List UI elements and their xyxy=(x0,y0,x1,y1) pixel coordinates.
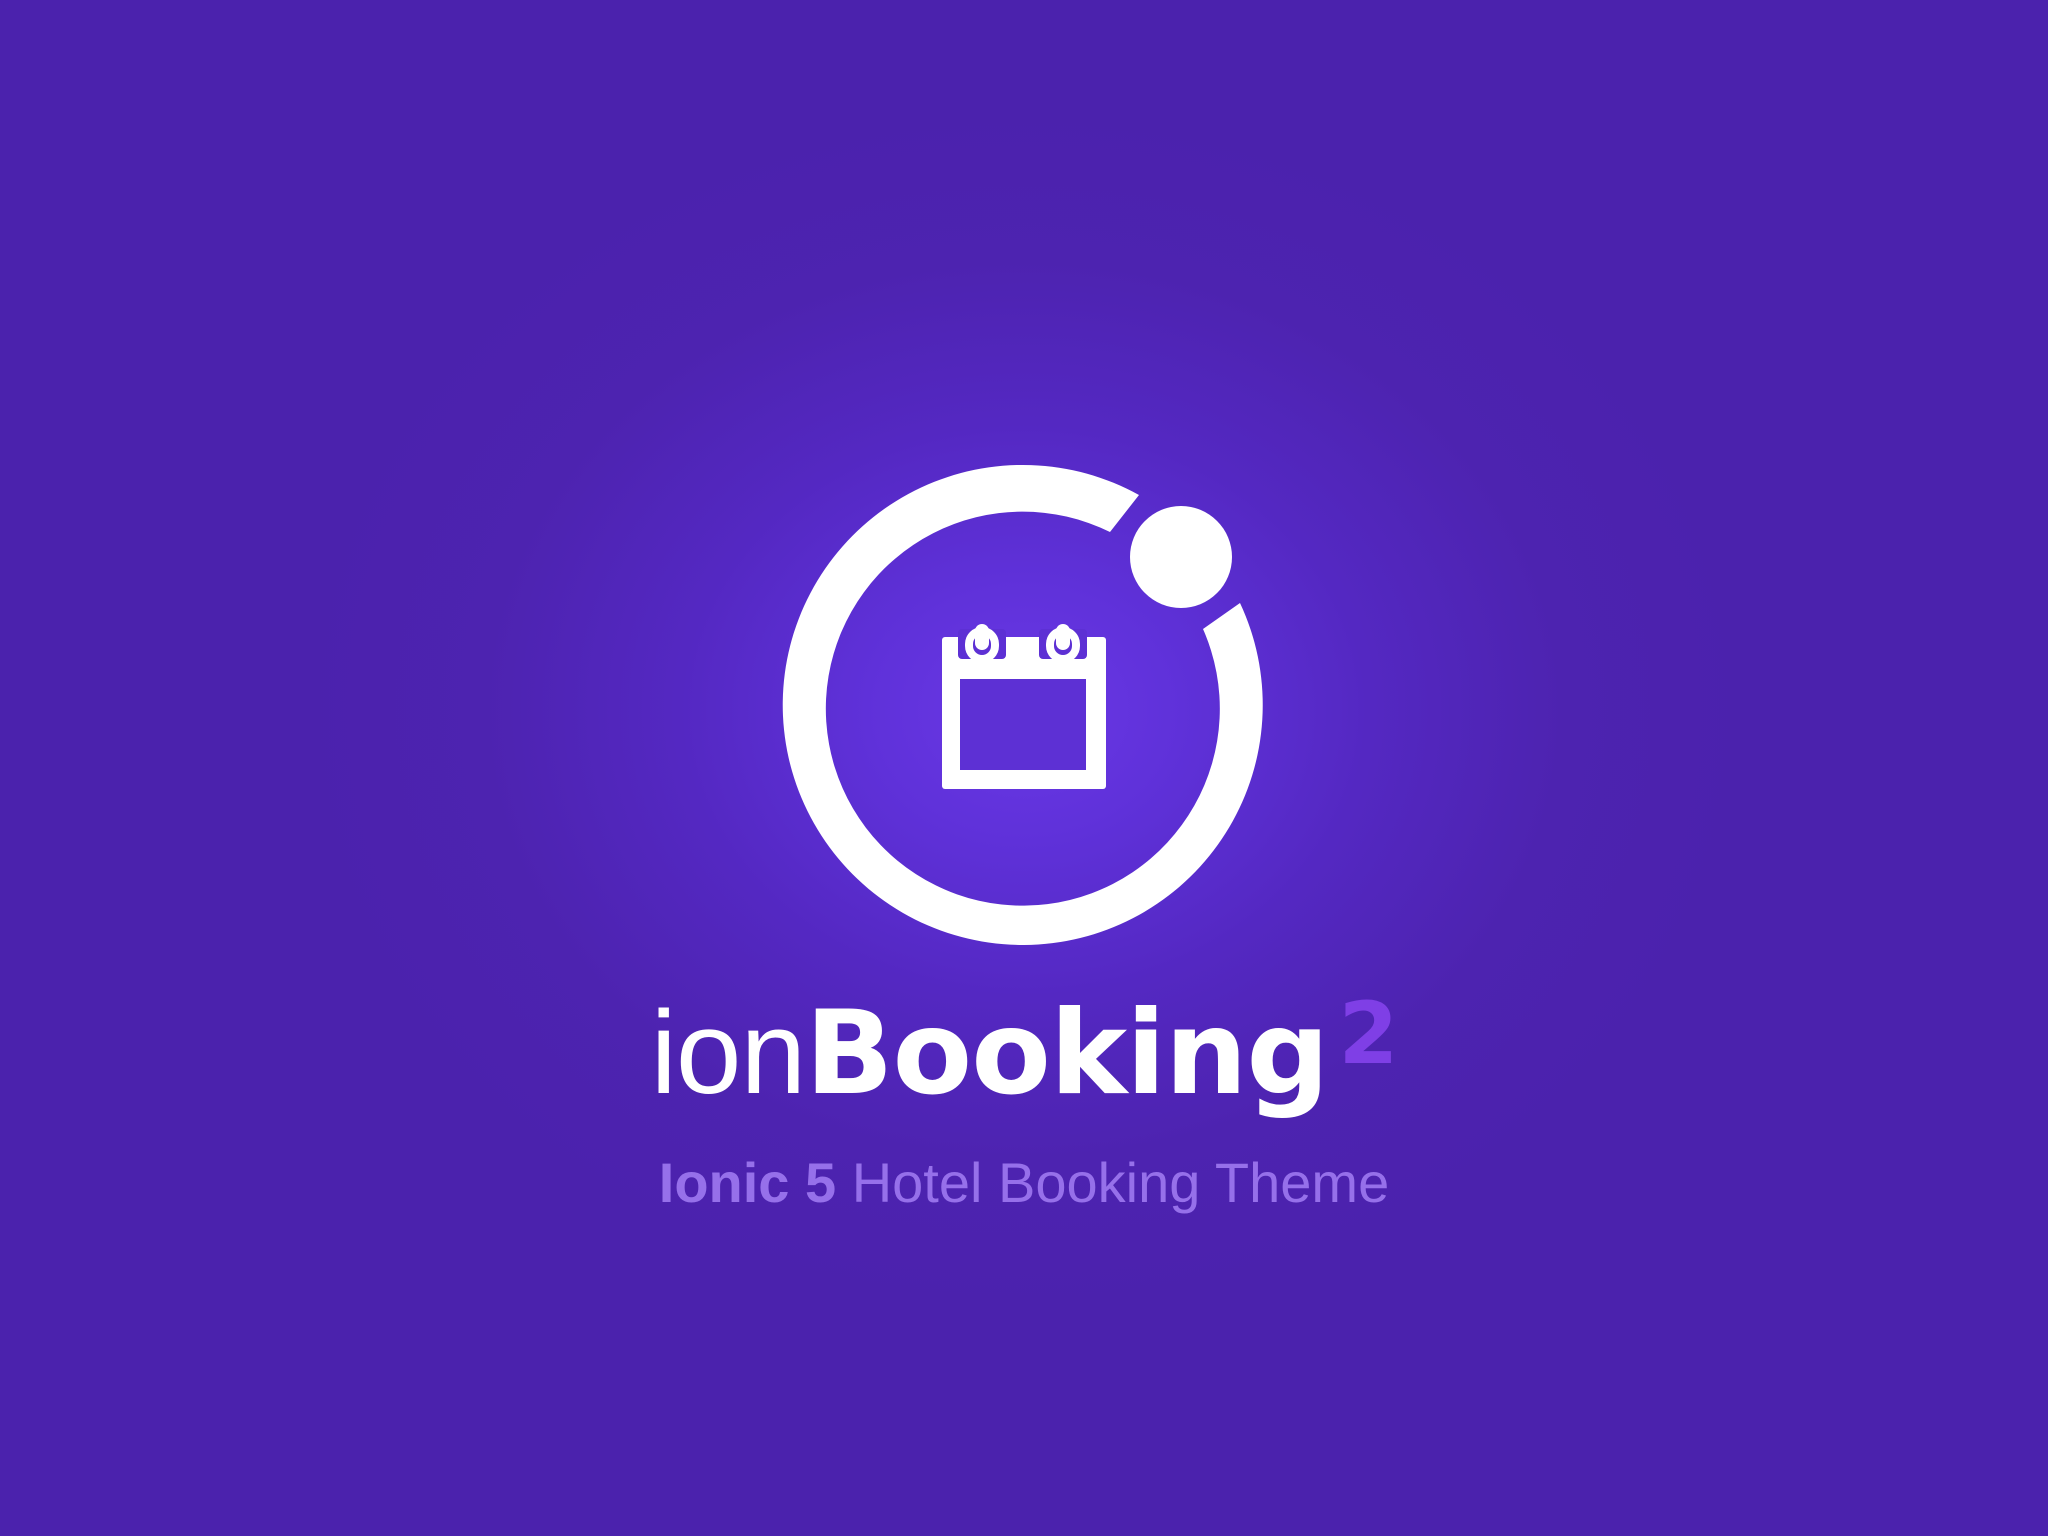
brand-version: 2 xyxy=(1338,984,1398,1084)
tagline-framework: Ionic 5 xyxy=(658,1151,837,1214)
tagline: Ionic 5 Hotel Booking Theme xyxy=(0,1148,2048,1218)
logo-orbit-dot xyxy=(1130,506,1232,608)
brand-wordmark: ionBooking 2 xyxy=(0,978,2048,1139)
brand-name: Booking xyxy=(805,986,1329,1121)
app-logo xyxy=(782,464,1263,945)
brand-prefix: ion xyxy=(650,987,806,1119)
calendar-icon xyxy=(942,624,1106,789)
tagline-description: Hotel Booking Theme xyxy=(836,1151,1390,1214)
